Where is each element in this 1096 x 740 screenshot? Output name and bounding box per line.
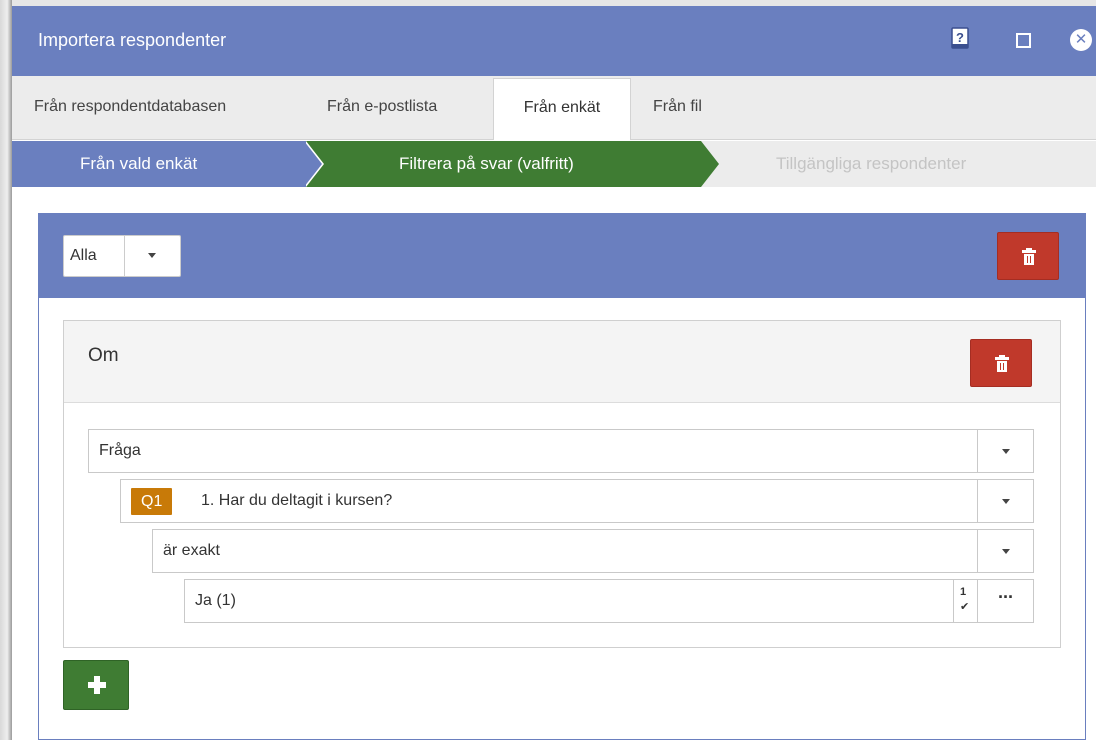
chevron-down-icon: [148, 253, 156, 258]
tab-bar: Från respondentdatabasen Från e-postlist…: [12, 76, 1096, 140]
wizard-step-label: Tillgängliga respondenter: [776, 154, 967, 173]
chevron-down-icon: [1002, 449, 1010, 454]
numeric-value-icon[interactable]: 1 ✔: [953, 580, 977, 622]
tab-from-file[interactable]: Från fil: [653, 76, 702, 140]
wizard-step-label: Filtrera på svar (valfritt): [399, 154, 574, 173]
condition-header: Om: [64, 321, 1060, 403]
filter-group-panel: Alla Om Fråga Q1 1. Har du deltagit i ku…: [38, 213, 1086, 740]
chevron-down-icon: [1002, 499, 1010, 504]
svg-text:?: ?: [956, 30, 964, 45]
plus-icon: [88, 676, 106, 694]
delete-condition-button[interactable]: [970, 339, 1032, 387]
condition-heading: Om: [88, 345, 119, 366]
maximize-icon[interactable]: [1016, 33, 1031, 48]
question-text: 1. Har du deltagit i kursen?: [201, 492, 393, 509]
source-type-value: Fråga: [99, 442, 141, 459]
add-condition-button[interactable]: [63, 660, 129, 710]
source-type-select[interactable]: Fråga: [88, 429, 1034, 473]
answer-value: Ja (1): [195, 592, 236, 609]
trash-icon: [995, 355, 1009, 372]
import-respondents-dialog: Importera respondenter ? ✕ Från responde…: [12, 6, 1096, 740]
question-select[interactable]: Q1 1. Har du deltagit i kursen?: [120, 479, 1034, 523]
condition-panel: Om Fråga Q1 1. Har du deltagit i kursen?…: [63, 320, 1061, 648]
close-icon[interactable]: ✕: [1070, 29, 1092, 51]
delete-group-button[interactable]: [997, 232, 1059, 280]
wizard-steps: Från vald enkät Filtrera på svar (valfri…: [12, 141, 1096, 187]
more-options-button[interactable]: ···: [977, 580, 1033, 622]
select-divider: [124, 236, 125, 276]
help-icon[interactable]: ?: [951, 27, 969, 49]
dropdown-toggle[interactable]: [977, 530, 1033, 572]
wizard-step-arrow: [304, 141, 322, 187]
filter-group-header: Alla: [39, 214, 1085, 298]
operator-select[interactable]: är exakt: [152, 529, 1034, 573]
dropdown-toggle[interactable]: [977, 480, 1033, 522]
wizard-step-label: Från vald enkät: [80, 154, 198, 173]
trash-icon: [1022, 248, 1036, 265]
question-badge: Q1: [131, 488, 173, 515]
check-icon: ✔: [960, 601, 970, 613]
operator-value: är exakt: [163, 542, 220, 559]
match-mode-value: Alla: [70, 247, 97, 264]
dialog-title: Importera respondenter: [38, 30, 227, 50]
tab-from-respondent-database[interactable]: Från respondentdatabasen: [34, 76, 226, 140]
tab-from-survey[interactable]: Från enkät: [493, 78, 631, 140]
tab-from-email-list[interactable]: Från e-postlista: [327, 76, 437, 140]
chevron-down-icon: [1002, 549, 1010, 554]
title-bar[interactable]: Importera respondenter ? ✕: [12, 6, 1096, 76]
answer-value-field[interactable]: Ja (1) 1 ✔ ···: [184, 579, 1034, 623]
match-mode-select[interactable]: Alla: [63, 235, 181, 277]
wizard-step-arrow: [701, 141, 719, 187]
window-frame-left: [0, 0, 12, 740]
dropdown-toggle[interactable]: [977, 430, 1033, 472]
numeric-icon-digit: 1: [960, 586, 967, 598]
